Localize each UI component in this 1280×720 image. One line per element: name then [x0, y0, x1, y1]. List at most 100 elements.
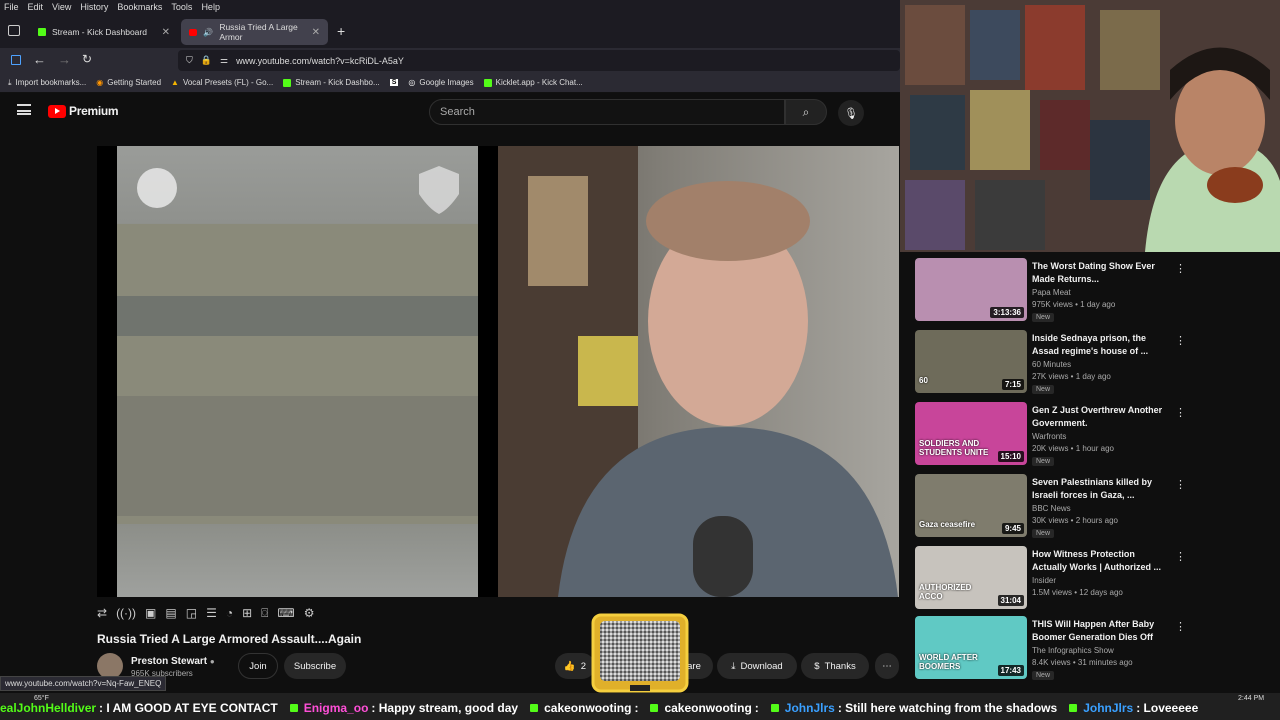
back-icon[interactable]: ←: [33, 52, 46, 67]
url-text[interactable]: www.youtube.com/watch?v=kcRiDL-A5aY: [236, 56, 404, 66]
channel-name[interactable]: Preston Stewart ●: [131, 656, 215, 667]
menu-item-help[interactable]: Help: [201, 2, 220, 12]
new-tab-button[interactable]: +: [337, 23, 345, 39]
keyboard-icon[interactable]: ⌨: [277, 606, 294, 620]
bookmark-kicklet[interactable]: Kicklet.app - Kick Chat...: [483, 78, 583, 87]
menu-icon[interactable]: [17, 104, 31, 115]
more-options-icon[interactable]: ⋮: [1175, 262, 1186, 275]
recommendation-channel[interactable]: Insider: [1032, 576, 1056, 585]
recommendation-item[interactable]: Gaza ceasefire 9:45 Seven Palestinians kil…: [915, 470, 1280, 538]
more-options-icon[interactable]: ⋮: [1175, 334, 1186, 347]
speed-icon[interactable]: ◔: [226, 606, 233, 620]
thumbnail-overlay-text: Gaza ceasefire: [919, 520, 976, 529]
recommendation-channel[interactable]: Warfronts: [1032, 432, 1066, 441]
recommendation-title[interactable]: How Witness Protection Actually Works | …: [1032, 548, 1172, 574]
recommendation-title[interactable]: Inside Sednaya prison, the Assad regime'…: [1032, 332, 1172, 358]
recommendation-item[interactable]: SOLDIERS AND STUDENTS UNITE 15:10 Gen Z Ju…: [915, 398, 1280, 466]
menu-item-file[interactable]: File: [4, 2, 19, 12]
video-thumbnail[interactable]: Gaza ceasefire 9:45: [915, 474, 1027, 537]
search-button[interactable]: ⌕: [785, 99, 827, 125]
url-bar[interactable]: ⛉ 🔒 ⚌ www.youtube.com/watch?v=kcRiDL-A5a…: [178, 50, 900, 71]
search-input[interactable]: Search: [429, 99, 785, 125]
chat-ticker: 65°F 2:44 PM ealJohnHelldiver: I AM GOOD…: [0, 693, 1280, 720]
more-options-icon[interactable]: ⋮: [1175, 406, 1186, 419]
menu-item-bookmarks[interactable]: Bookmarks: [117, 2, 162, 12]
reload-icon[interactable]: ↻: [82, 52, 92, 66]
video-settings-icon[interactable]: ▣: [145, 606, 156, 620]
forward-icon[interactable]: →: [58, 52, 71, 67]
recommendation-item[interactable]: AUTHORIZED ACCO 31:04 How Witness Protecti…: [915, 542, 1280, 609]
film-icon[interactable]: ▤: [165, 606, 176, 620]
youtube-main: Premium Search ⌕ 🎙 ⇄ ((·)) ▣ ▤ ◲ ☰ ◔ ⊞ ⌼…: [0, 93, 900, 693]
recommendation-channel[interactable]: BBC News: [1032, 504, 1071, 513]
new-badge: New: [1032, 385, 1055, 394]
recommendation-channel[interactable]: 60 Minutes: [1032, 360, 1071, 369]
subtitles-icon[interactable]: ☰: [206, 606, 217, 620]
status-url: www.youtube.com/watch?v=Nq-Faw_ENEQ: [0, 676, 167, 691]
more-options-icon[interactable]: ⋮: [1175, 620, 1186, 633]
duration-badge: 31:04: [997, 595, 1024, 606]
close-tab-icon[interactable]: ✕: [312, 27, 320, 38]
recommendation-title[interactable]: Seven Palestinians killed by Israeli for…: [1032, 476, 1172, 502]
thanks-button[interactable]: $ Thanks: [801, 653, 869, 679]
subscribe-button[interactable]: Subscribe: [284, 653, 346, 679]
download-label: Download: [740, 660, 783, 672]
download-button[interactable]: ⤓ Download: [717, 653, 797, 679]
thanks-label: Thanks: [824, 660, 856, 672]
menu-item-tools[interactable]: Tools: [171, 2, 192, 12]
video-thumbnail[interactable]: AUTHORIZED ACCO 31:04: [915, 546, 1027, 609]
recommendation-item[interactable]: WORLD AFTER BOOMERS 17:43 THIS Will Happen…: [915, 612, 1280, 680]
clock-text: 2:44 PM: [1238, 695, 1265, 702]
bookmark-getting-started[interactable]: ◉ Getting Started: [96, 78, 161, 87]
close-tab-icon[interactable]: ✕: [162, 27, 170, 38]
recommendation-title[interactable]: Gen Z Just Overthrew Another Government.: [1032, 404, 1172, 430]
bookmark-vocal-presets[interactable]: ▲ Vocal Presets (FL) - Go...: [171, 78, 273, 87]
pip-icon[interactable]: ◲: [186, 606, 197, 620]
bookmark-s[interactable]: S: [389, 79, 399, 86]
more-actions-button[interactable]: ⋯: [875, 653, 899, 679]
voice-search-button[interactable]: 🎙: [838, 100, 864, 126]
video-player[interactable]: [97, 146, 899, 597]
chat-username: cakeonwooting: [544, 700, 632, 715]
more-options-icon[interactable]: ⋮: [1175, 478, 1186, 491]
bookmark-import[interactable]: ⤓ Import bookmarks...: [8, 78, 86, 88]
menu-item-view[interactable]: View: [52, 2, 71, 12]
loop-icon[interactable]: ⇄: [97, 606, 107, 620]
menu-item-edit[interactable]: Edit: [28, 2, 44, 12]
verified-icon: ●: [209, 657, 215, 666]
video-thumbnail[interactable]: 60 7:15: [915, 330, 1027, 393]
bookmark-google-images[interactable]: ◎ Google Images: [408, 78, 473, 87]
recommendation-channel[interactable]: Papa Meat: [1032, 288, 1071, 297]
recommendation-title[interactable]: THIS Will Happen After Baby Boomer Gener…: [1032, 618, 1172, 644]
bookmark-kick-dashboard[interactable]: Stream - Kick Dashbo...: [283, 78, 380, 87]
page-info-icon[interactable]: ⚌: [220, 55, 228, 66]
drive-icon: ▲: [171, 78, 179, 87]
recommendation-item[interactable]: 60 7:15 Inside Sednaya prison, the Assad r…: [915, 326, 1280, 394]
recommendation-title[interactable]: The Worst Dating Show Ever Made Returns.…: [1032, 260, 1172, 286]
duration-badge: 15:10: [997, 451, 1024, 462]
audio-icon[interactable]: ((·)): [116, 606, 136, 620]
speaker-icon[interactable]: 🔊: [203, 28, 213, 37]
like-button[interactable]: 👍 2: [555, 653, 595, 679]
tab-overview-icon[interactable]: [8, 25, 20, 36]
tab-kick-dashboard[interactable]: Stream - Kick Dashboard ✕: [30, 19, 178, 45]
lock-icon[interactable]: 🔒: [201, 55, 212, 66]
recommendation-item[interactable]: 3:13:36 The Worst Dating Show Ever Made R…: [915, 254, 1280, 322]
sidebar-toggle-icon[interactable]: [11, 55, 21, 65]
video-thumbnail[interactable]: 3:13:36: [915, 258, 1027, 321]
drone-footage: [117, 146, 478, 597]
tab-youtube-video[interactable]: 🔊 Russia Tried A Large Armor ✕: [181, 19, 328, 45]
youtube-logo[interactable]: Premium: [48, 104, 119, 118]
join-button[interactable]: Join: [238, 653, 278, 679]
menu-item-history[interactable]: History: [80, 2, 108, 12]
extension-toolbar: ⇄ ((·)) ▣ ▤ ◲ ☰ ◔ ⊞ ⌼ ⌨ ⚙: [97, 601, 314, 625]
more-options-icon[interactable]: ⋮: [1175, 550, 1186, 563]
recommendation-channel[interactable]: The Infographics Show: [1032, 646, 1114, 655]
screenshot-icon[interactable]: ⌼: [261, 606, 268, 621]
gear-icon[interactable]: ⚙: [304, 606, 315, 620]
video-thumbnail[interactable]: WORLD AFTER BOOMERS 17:43: [915, 616, 1027, 679]
recommendations-sidebar: 3:13:36 The Worst Dating Show Ever Made R…: [900, 252, 1280, 692]
shield-icon[interactable]: ⛉: [186, 55, 193, 66]
add-icon[interactable]: ⊞: [242, 606, 252, 620]
video-thumbnail[interactable]: SOLDIERS AND STUDENTS UNITE 15:10: [915, 402, 1027, 465]
